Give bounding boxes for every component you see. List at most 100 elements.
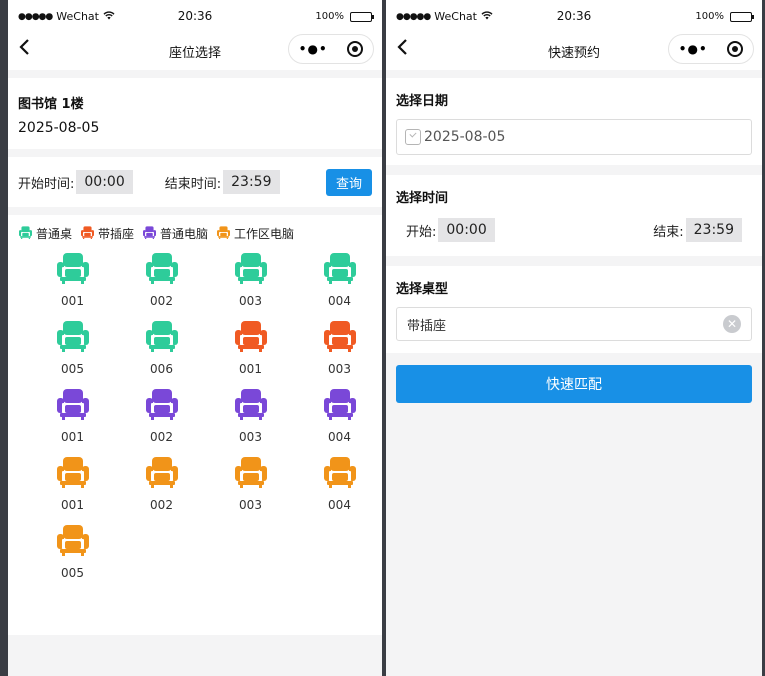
library-info: 图书馆 1楼 2025-08-05 [8,78,382,149]
more-menu-icon[interactable]: •●• [679,42,708,56]
seat[interactable]: 003 [206,388,295,444]
date-section-title: 选择日期 [396,94,449,109]
end-time-label: 结束时间: [164,176,222,192]
legend-item: 带插座 [80,225,134,242]
date-section: 选择日期 2025-08-05 [386,78,762,165]
chair-icon [80,225,95,242]
end-time-picker[interactable]: 23:59 [685,218,742,242]
mini-program-capsule: •●• [668,34,754,64]
seat-number: 006 [150,362,173,376]
legend-item: 工作区电脑 [216,225,294,242]
chair-icon [234,388,268,424]
time-section: 选择时间 开始: 00:00 结束: 23:59 [386,175,762,256]
battery-icon [730,11,754,22]
chair-icon [18,225,33,242]
library-name: 图书馆 1楼 [18,97,84,112]
seat-number: 003 [239,294,262,308]
more-menu-icon[interactable]: •●• [299,42,328,56]
start-time-picker[interactable]: 00:00 [438,218,495,242]
seat-number: 004 [328,294,351,308]
query-button[interactable]: 查询 [325,168,372,196]
chair-icon [145,252,179,288]
seat[interactable]: 003 [206,252,295,308]
status-bar: ●●●●● WeChat 20:36 100% [8,0,382,34]
seat[interactable]: 002 [117,456,206,512]
seat-number: 001 [61,498,84,512]
table-type-value: 带插座 [407,318,447,334]
seat-number: 005 [61,566,84,580]
chair-icon [323,388,357,424]
clear-icon[interactable]: ✕ [723,315,741,333]
seat-number: 003 [239,498,262,512]
seat-number: 002 [150,498,173,512]
seat[interactable]: 003 [295,320,382,376]
legend-item: 普通电脑 [142,225,208,242]
chair-icon [145,456,179,492]
chair-icon [234,252,268,288]
quick-match-button[interactable]: 快速匹配 [396,365,752,403]
seat[interactable]: 002 [117,388,206,444]
seat-map: 普通桌 带插座 普通电脑 工作区电脑 001 002 003 004 005 006 001 003… [8,215,382,635]
seat-number: 001 [61,430,84,444]
seat-grid: 001 002 003 004 005 006 001 003 001 002 003 004 001 0… [28,252,372,580]
date-picker[interactable]: 2025-08-05 [396,119,752,155]
close-program-icon[interactable] [347,41,364,57]
chair-icon [323,320,357,356]
table-type-select[interactable]: 带插座 ✕ [396,307,752,341]
legend-item: 普通桌 [18,225,72,242]
seat[interactable]: 001 [28,388,117,444]
close-program-icon[interactable] [727,41,744,57]
time-section-title: 选择时间 [396,191,449,206]
seat[interactable]: 001 [28,456,117,512]
chair-icon [234,320,268,356]
mini-program-capsule: •●• [288,34,374,64]
time-filter-row: 开始时间: 00:00 结束时间: 23:59 查询 [8,157,382,207]
battery-percent: 100% [315,11,344,22]
seat-number: 001 [61,294,84,308]
library-date: 2025-08-05 [18,120,100,136]
chair-icon [56,320,90,356]
seat[interactable]: 005 [28,320,117,376]
seat[interactable]: 004 [295,252,382,308]
seat[interactable]: 003 [206,456,295,512]
seat-number: 002 [150,430,173,444]
seat-number: 003 [239,430,262,444]
seat-number: 002 [150,294,173,308]
seat-number: 004 [328,498,351,512]
seat[interactable]: 004 [295,388,382,444]
chair-icon [234,456,268,492]
chair-icon [216,225,231,242]
seat-selection-page: ●●●●● WeChat 20:36 100% 座位选择 •●• 图书馆 1楼 … [8,0,382,676]
seat-legend: 普通桌 带插座 普通电脑 工作区电脑 [18,225,372,242]
calendar-icon [405,129,421,145]
chair-icon [145,320,179,356]
start-label: 开始: [406,224,437,240]
chair-icon [142,225,157,242]
legend-label: 工作区电脑 [234,227,295,241]
seat[interactable]: 005 [28,524,117,580]
seat[interactable]: 004 [295,456,382,512]
date-value: 2025-08-05 [424,129,506,145]
seat-number: 004 [328,430,351,444]
seat[interactable]: 001 [206,320,295,376]
seat[interactable]: 006 [117,320,206,376]
legend-label: 带插座 [98,227,135,241]
chair-icon [145,388,179,424]
start-time-picker[interactable]: 00:00 [76,170,133,194]
chair-icon [56,456,90,492]
table-type-title: 选择桌型 [396,282,449,297]
end-label: 结束: [653,224,684,240]
seat-number: 001 [239,362,262,376]
seat[interactable]: 002 [117,252,206,308]
battery-icon [350,11,374,22]
seat[interactable]: 001 [28,252,117,308]
end-time-picker[interactable]: 23:59 [223,170,280,194]
quick-booking-page: ●●●●● WeChat 20:36 100% 快速预约 •●• 选择日期 20… [386,0,762,676]
legend-label: 普通桌 [36,227,73,241]
table-type-section: 选择桌型 带插座 ✕ [386,266,762,353]
nav-bar: 快速预约 •●• [386,34,762,70]
status-bar: ●●●●● WeChat 20:36 100% [386,0,762,34]
battery-percent: 100% [695,11,724,22]
chair-icon [323,456,357,492]
chair-icon [56,252,90,288]
